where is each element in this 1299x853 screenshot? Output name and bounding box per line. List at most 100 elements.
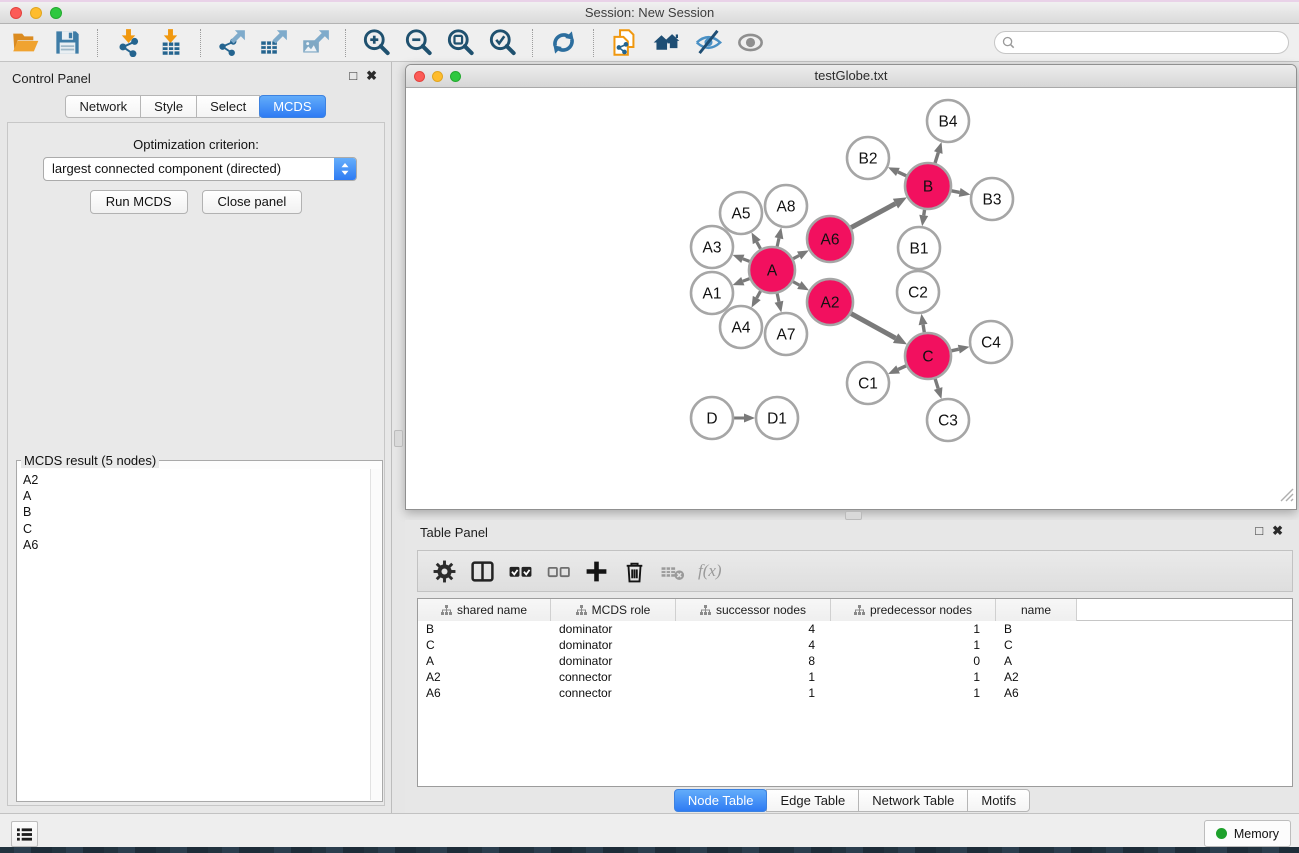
column-header-name[interactable]: name	[996, 599, 1077, 621]
graph-edge[interactable]	[951, 349, 958, 351]
mcds-result-item[interactable]: C	[23, 521, 381, 537]
deselect-all-icon	[546, 559, 571, 584]
graph-node-label: A6	[821, 232, 840, 249]
memory-button[interactable]: Memory	[1204, 820, 1291, 847]
horizontal-splitter-grip[interactable]	[845, 511, 862, 520]
tab-node-table[interactable]: Node Table	[674, 789, 768, 812]
table-row[interactable]: A6connector11A6	[418, 685, 1292, 701]
column-type-icon	[441, 605, 452, 616]
mcds-result-item[interactable]: A2	[23, 472, 381, 488]
column-header-mcds-role[interactable]: MCDS role	[551, 599, 676, 621]
search-box[interactable]	[994, 31, 1289, 54]
graph-edge[interactable]	[777, 293, 779, 301]
close-table-panel-icon[interactable]: ✖	[1272, 524, 1283, 538]
mcds-result-item[interactable]: B	[23, 504, 381, 520]
optimization-dropdown[interactable]: largest connected component (directed)	[43, 157, 357, 181]
select-all-icon	[508, 559, 533, 584]
tab-style[interactable]: Style	[140, 95, 197, 118]
graph-edge[interactable]	[757, 291, 761, 298]
table-header-row: shared nameMCDS rolesuccessor nodesprede…	[418, 599, 1292, 621]
resize-grip-icon[interactable]	[1277, 485, 1294, 507]
deselect-all-button[interactable]	[542, 555, 574, 587]
tab-select[interactable]: Select	[196, 95, 260, 118]
table-row[interactable]: Cdominator41C	[418, 637, 1292, 653]
delete-table-button[interactable]	[656, 555, 688, 587]
new-network-from-selection-button[interactable]	[606, 27, 642, 59]
column-header-shared-name[interactable]: shared name	[418, 599, 551, 621]
mcds-result-item[interactable]: A	[23, 488, 381, 504]
vertical-splitter-grip[interactable]	[394, 430, 403, 447]
save-session-button[interactable]	[49, 27, 85, 59]
graph-edge[interactable]	[898, 172, 906, 176]
close-window-button[interactable]	[10, 7, 22, 19]
home-button[interactable]	[648, 27, 684, 59]
show-hidden-button[interactable]	[732, 27, 768, 59]
hide-selected-icon	[694, 28, 723, 57]
refresh-button[interactable]	[545, 27, 581, 59]
table-row[interactable]: Bdominator41B	[418, 621, 1292, 637]
graph-edge[interactable]	[952, 191, 960, 193]
graph-edge[interactable]	[777, 238, 779, 246]
graph-edge[interactable]	[851, 314, 896, 339]
graph-edge[interactable]	[923, 325, 924, 333]
graph-edge[interactable]	[851, 204, 895, 228]
float-table-panel-icon[interactable]: □	[1255, 524, 1263, 538]
float-panel-icon[interactable]: □	[349, 69, 357, 83]
open-file-button[interactable]	[7, 27, 43, 59]
split-panel-button[interactable]	[466, 555, 498, 587]
settings-gear-button[interactable]	[428, 555, 460, 587]
search-input[interactable]	[1019, 34, 1288, 52]
graph-edge[interactable]	[935, 379, 938, 389]
network-minimize-button[interactable]	[432, 71, 443, 82]
graph-edge[interactable]	[793, 282, 799, 285]
table-toolbar: f(x)	[417, 550, 1293, 592]
delete-row-button[interactable]	[618, 555, 650, 587]
select-all-button[interactable]	[504, 555, 536, 587]
task-history-button[interactable]	[11, 821, 38, 847]
mcds-result-item[interactable]: A6	[23, 537, 381, 553]
table-row[interactable]: A2connector11A2	[418, 669, 1292, 685]
close-panel-button[interactable]: Close panel	[202, 190, 303, 214]
result-scrollbar[interactable]	[370, 469, 381, 800]
graph-edge[interactable]	[793, 255, 799, 258]
tab-network[interactable]: Network	[65, 95, 141, 118]
tab-motifs[interactable]: Motifs	[967, 789, 1030, 812]
zoom-in-button[interactable]	[358, 27, 394, 59]
table-row[interactable]: Adominator80A	[418, 653, 1292, 669]
export-table-button[interactable]	[255, 27, 291, 59]
add-row-button[interactable]	[580, 555, 612, 587]
graph-edge[interactable]	[898, 366, 906, 370]
zoom-out-button[interactable]	[400, 27, 436, 59]
control-panel-tabs: NetworkStyleSelectMCDS	[0, 95, 391, 118]
minimize-window-button[interactable]	[30, 7, 42, 19]
zoom-fit-button[interactable]	[442, 27, 478, 59]
zoom-selected-button[interactable]	[484, 27, 520, 59]
close-panel-icon[interactable]: ✖	[366, 69, 377, 83]
graph-edge[interactable]	[743, 259, 750, 262]
export-table-icon	[259, 28, 288, 57]
mcds-result-list[interactable]: A2ABCA6	[18, 469, 381, 800]
column-header-predecessor-nodes[interactable]: predecessor nodes	[831, 599, 996, 621]
tab-network-table[interactable]: Network Table	[858, 789, 968, 812]
graph-edge-arrow-icon	[744, 414, 755, 423]
function-builder-button[interactable]: f(x)	[694, 561, 722, 581]
import-network-button[interactable]	[110, 27, 146, 59]
graph-edge[interactable]	[743, 279, 750, 282]
export-image-button[interactable]	[297, 27, 333, 59]
import-table-button[interactable]	[152, 27, 188, 59]
network-window-titlebar[interactable]: testGlobe.txt	[406, 65, 1296, 88]
export-network-button[interactable]	[213, 27, 249, 59]
zoom-window-button[interactable]	[50, 7, 62, 19]
tab-edge-table[interactable]: Edge Table	[766, 789, 859, 812]
graph-edge[interactable]	[924, 210, 925, 216]
network-canvas[interactable]: B4B2BB3B1A5A8A6A3AA1C2A2A4A7CC4C1C3DD1	[406, 89, 1296, 509]
graph-edge[interactable]	[757, 242, 761, 249]
graph-edge[interactable]	[935, 153, 938, 164]
zoom-fit-icon	[446, 28, 475, 57]
column-header-successor-nodes[interactable]: successor nodes	[676, 599, 831, 621]
run-mcds-button[interactable]: Run MCDS	[90, 190, 188, 214]
network-zoom-button[interactable]	[450, 71, 461, 82]
tab-mcds[interactable]: MCDS	[259, 95, 325, 118]
network-close-button[interactable]	[414, 71, 425, 82]
hide-selected-button[interactable]	[690, 27, 726, 59]
